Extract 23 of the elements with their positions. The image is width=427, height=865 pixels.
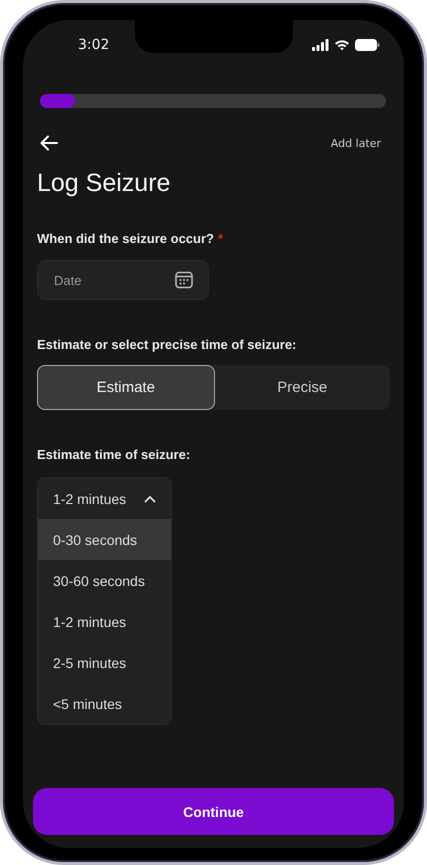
caret-icon bbox=[144, 494, 156, 502]
dropdown-option[interactable]: <5 minutes bbox=[38, 683, 171, 724]
question-label: Estimate time of seizure: bbox=[37, 447, 192, 462]
question-label: Estimate or select precise time of seizure: bbox=[37, 337, 298, 352]
calendar-icon bbox=[175, 271, 193, 289]
dropdown-option[interactable]: 1-2 mintues bbox=[38, 601, 171, 642]
question-label: When did the seizure occur? bbox=[37, 231, 214, 246]
dropdown-option[interactable]: 2-5 minutes bbox=[38, 642, 171, 683]
continue-button[interactable]: Continue bbox=[33, 788, 394, 835]
date-field[interactable]: Date bbox=[37, 260, 209, 300]
dropdown-option[interactable]: 30-60 seconds bbox=[38, 560, 171, 601]
dropdown-select[interactable]: 1-2 mintues bbox=[38, 478, 171, 519]
wifi-icon bbox=[334, 39, 350, 51]
add-later-link[interactable]: Add later bbox=[330, 136, 381, 150]
signal-icon bbox=[312, 39, 329, 51]
required-mark: * bbox=[218, 231, 224, 246]
status-time: 3:02 bbox=[78, 37, 110, 53]
segment-tab[interactable]: Estimate bbox=[37, 365, 214, 410]
dropdown-option[interactable]: 0-30 seconds bbox=[38, 519, 171, 560]
page-title: Log Seizure bbox=[37, 169, 172, 198]
back-arrow-icon[interactable] bbox=[40, 135, 58, 151]
segment-tab[interactable]: Precise bbox=[214, 365, 390, 410]
battery-icon bbox=[355, 39, 380, 51]
